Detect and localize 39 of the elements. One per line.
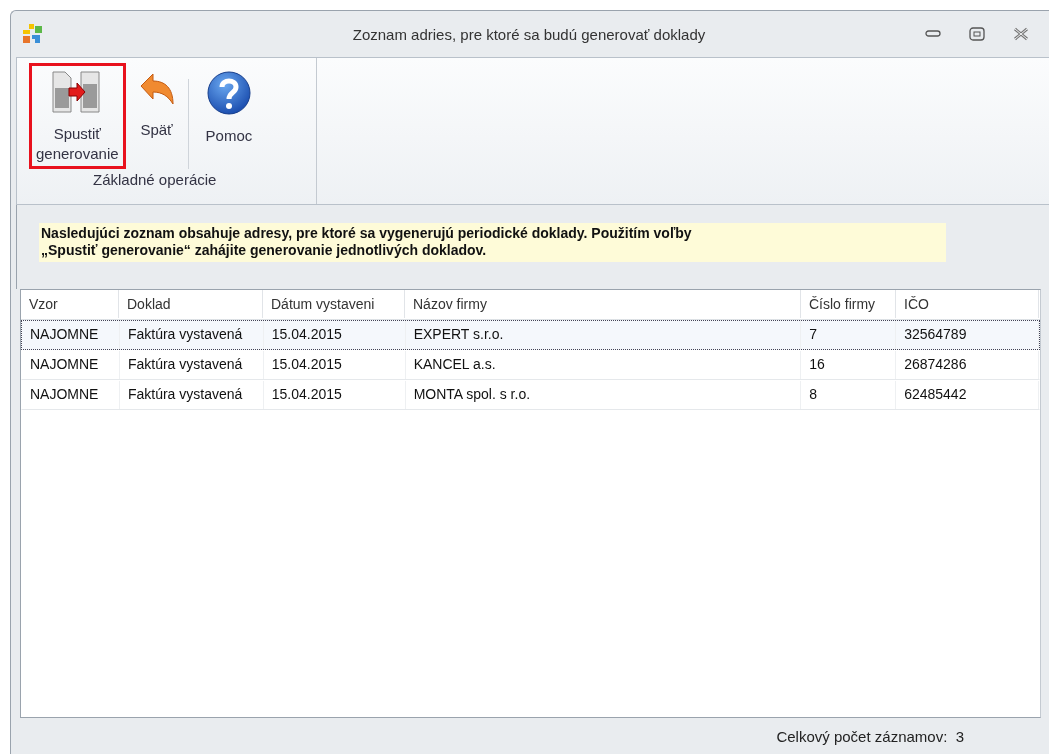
back-button[interactable]: Späť: [129, 63, 184, 145]
table-cell: NAJOMNE: [22, 351, 120, 379]
table-cell: 7: [801, 321, 897, 349]
column-header[interactable]: Vzor: [21, 290, 119, 318]
table-cell: 15.04.2015: [263, 321, 406, 349]
table-row[interactable]: NAJOMNE Faktúra vystavená 15.04.2015 MONTA spol. s r.o. 8 62485442: [21, 380, 1040, 410]
table-row[interactable]: NAJOMNE Faktúra vystavená 15.04.2015 KANCEL a.s. 16 26874286: [21, 350, 1040, 380]
table-cell: 32564789: [896, 321, 1039, 349]
help-button[interactable]: Pomoc: [198, 63, 260, 151]
column-header[interactable]: Názov firmy: [405, 290, 801, 318]
app-logo-icon: [23, 24, 43, 44]
column-header[interactable]: Číslo firmy: [801, 290, 896, 318]
column-header[interactable]: Doklad: [119, 290, 263, 318]
table-cell: KANCEL a.s.: [405, 351, 802, 379]
table-cell: 26874286: [896, 351, 1039, 379]
table-cell: 8: [801, 381, 897, 409]
record-count: Celkový počet záznamov: 3: [776, 727, 964, 745]
close-icon[interactable]: [1013, 27, 1029, 41]
minimize-icon[interactable]: [925, 30, 941, 38]
table-cell: Faktúra vystavená: [119, 321, 264, 349]
table-cell: 15.04.2015: [263, 381, 406, 409]
window-title: Zoznam adries, pre ktoré sa budú generovať doklady: [351, 25, 707, 43]
info-message: Nasledujúci zoznam obsahuje adresy, pre ktoré sa vygenerujú periodické doklady. Použitím voľby „Spustiť generovanie“ zahájite generovanie jednotlivých dokladov.: [39, 223, 946, 262]
generate-button[interactable]: Spustiť generovanie: [29, 63, 126, 169]
column-header[interactable]: Dátum vystaveni: [263, 290, 405, 318]
table-cell: 16: [801, 351, 897, 379]
column-header[interactable]: IČO: [896, 290, 1039, 318]
help-icon: [205, 70, 252, 116]
table-cell: Faktúra vystavená: [119, 351, 264, 379]
table-cell: Faktúra vystavená: [119, 381, 264, 409]
table-cell: 15.04.2015: [263, 351, 406, 379]
table-row[interactable]: NAJOMNE Faktúra vystavená 15.04.2015 EXPERT s.r.o. 7 32564789: [21, 320, 1040, 350]
table-cell: EXPERT s.r.o.: [405, 321, 802, 349]
table-cell: MONTA spol. s r.o.: [405, 381, 802, 409]
restore-icon[interactable]: [969, 27, 985, 41]
group-label: Základné operácie: [93, 171, 217, 188]
table-cell: NAJOMNE: [22, 381, 120, 409]
table-cell: 62485442: [896, 381, 1039, 409]
table-cell: NAJOMNE: [22, 321, 120, 349]
